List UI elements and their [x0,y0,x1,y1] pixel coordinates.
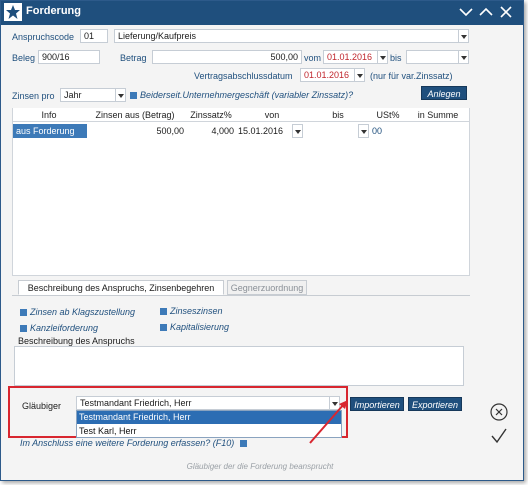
vertragsabschluss-label: Vertragsabschlussdatum [194,71,293,81]
bis-label: bis [390,53,402,63]
cancel-icon[interactable] [490,403,508,421]
zinsen-klag-label: Zinsen ab Klagszustellung [30,307,136,317]
chevron-down-icon[interactable] [458,4,474,20]
table-row-bis-dropdown-icon[interactable] [358,124,369,138]
kapitalisierung-label: Kapitalisierung [170,322,230,332]
zinsen-pro-label: Zinsen pro [12,91,55,101]
beschreibung-textarea[interactable] [14,346,464,386]
betrag-label: Betrag [120,53,147,63]
vom-dropdown-icon[interactable] [377,50,388,64]
column-header-betrag[interactable]: Zinsen aus (Betrag) [85,108,185,122]
vertragsabschluss-note: (nur für var.Zinssatz) [370,71,453,81]
weitere-forderung-label: Im Anschluss eine weitere Forderung erfa… [20,438,235,448]
column-header-ust[interactable]: USt% [369,108,407,122]
kanzleiforderung-checkbox[interactable] [20,325,27,332]
table-row-von-dropdown-icon[interactable] [292,124,303,138]
table-row-betrag-cell[interactable]: 500,00 [88,124,184,138]
zinseszinsen-label: Zinseszinsen [170,306,223,316]
tab-gegnerzuordnung[interactable]: Gegnerzuordnung [227,280,307,295]
beiderseit-checkbox[interactable] [130,92,137,99]
table-row-bis-cell[interactable] [308,124,358,138]
beiderseit-label: Beiderseit.Unternehmergeschäft (variable… [140,90,354,100]
glaeubiger-label: Gläubiger [22,401,62,411]
beleg-input[interactable]: 900/16 [38,50,100,64]
glaeubiger-select[interactable]: Testmandant Friedrich, Herr [76,396,330,410]
column-header-summe[interactable]: in Summe [407,108,469,122]
anspruchscode-input[interactable]: 01 [80,29,108,43]
beschreibung-label: Beschreibung des Anspruchs [18,336,135,346]
importieren-button[interactable]: Importieren [350,397,404,411]
star-icon[interactable] [4,3,22,21]
vertragsabschluss-dropdown-icon[interactable] [354,68,365,82]
zinsen-klag-checkbox[interactable] [20,309,27,316]
kapitalisierung-checkbox[interactable] [160,324,167,331]
table-row-info-cell[interactable]: aus Forderung [13,124,87,138]
status-text: Gläubiger der die Forderung beansprucht [186,462,334,471]
confirm-check-icon[interactable] [490,427,508,445]
bis-dropdown-icon[interactable] [458,50,469,64]
table-row-ust-cell[interactable]: 00 [372,124,402,138]
zinseszinsen-checkbox[interactable] [160,308,167,315]
kanzleiforderung-label: Kanzleiforderung [30,323,99,333]
weitere-forderung-checkbox[interactable] [240,440,247,447]
vertragsabschluss-date-input[interactable]: 01.01.2016 [300,68,355,82]
anspruchscode-select[interactable]: Lieferung/Kaufpreis [114,29,460,43]
anspruchscode-label: Anspruchscode [12,32,75,42]
close-icon[interactable] [498,4,514,20]
exportieren-button[interactable]: Exportieren [408,397,462,411]
anspruchscode-dropdown-icon[interactable] [458,29,469,43]
vom-label: vom [304,53,322,63]
bis-date-input[interactable] [406,50,460,64]
tab-divider [12,295,470,296]
zinsen-pro-select[interactable]: Jahr [60,88,116,102]
column-header-info[interactable]: Info [13,108,85,122]
tab-beschreibung[interactable]: Beschreibung des Anspruchs, Zinsenbegehr… [18,280,224,295]
column-header-zinssatz[interactable]: Zinssatz% [185,108,237,122]
zinsen-pro-dropdown-icon[interactable] [115,88,126,102]
vom-date-input[interactable]: 01.01.2016 [323,50,378,64]
table-row-von-cell[interactable]: 15.01.2016 [238,124,292,138]
table-row-zinssatz-cell[interactable]: 4,000 [186,124,234,138]
table-row-summe-cell[interactable] [408,124,468,138]
anlegen-button[interactable]: Anlegen [421,86,467,100]
beleg-label: Beleg [12,53,36,63]
column-header-von[interactable]: von [237,108,307,122]
betrag-input[interactable]: 500,00 [152,50,302,64]
column-header-bis[interactable]: bis [307,108,369,122]
window-title: Forderung [26,5,81,17]
chevron-up-icon[interactable] [478,4,494,20]
